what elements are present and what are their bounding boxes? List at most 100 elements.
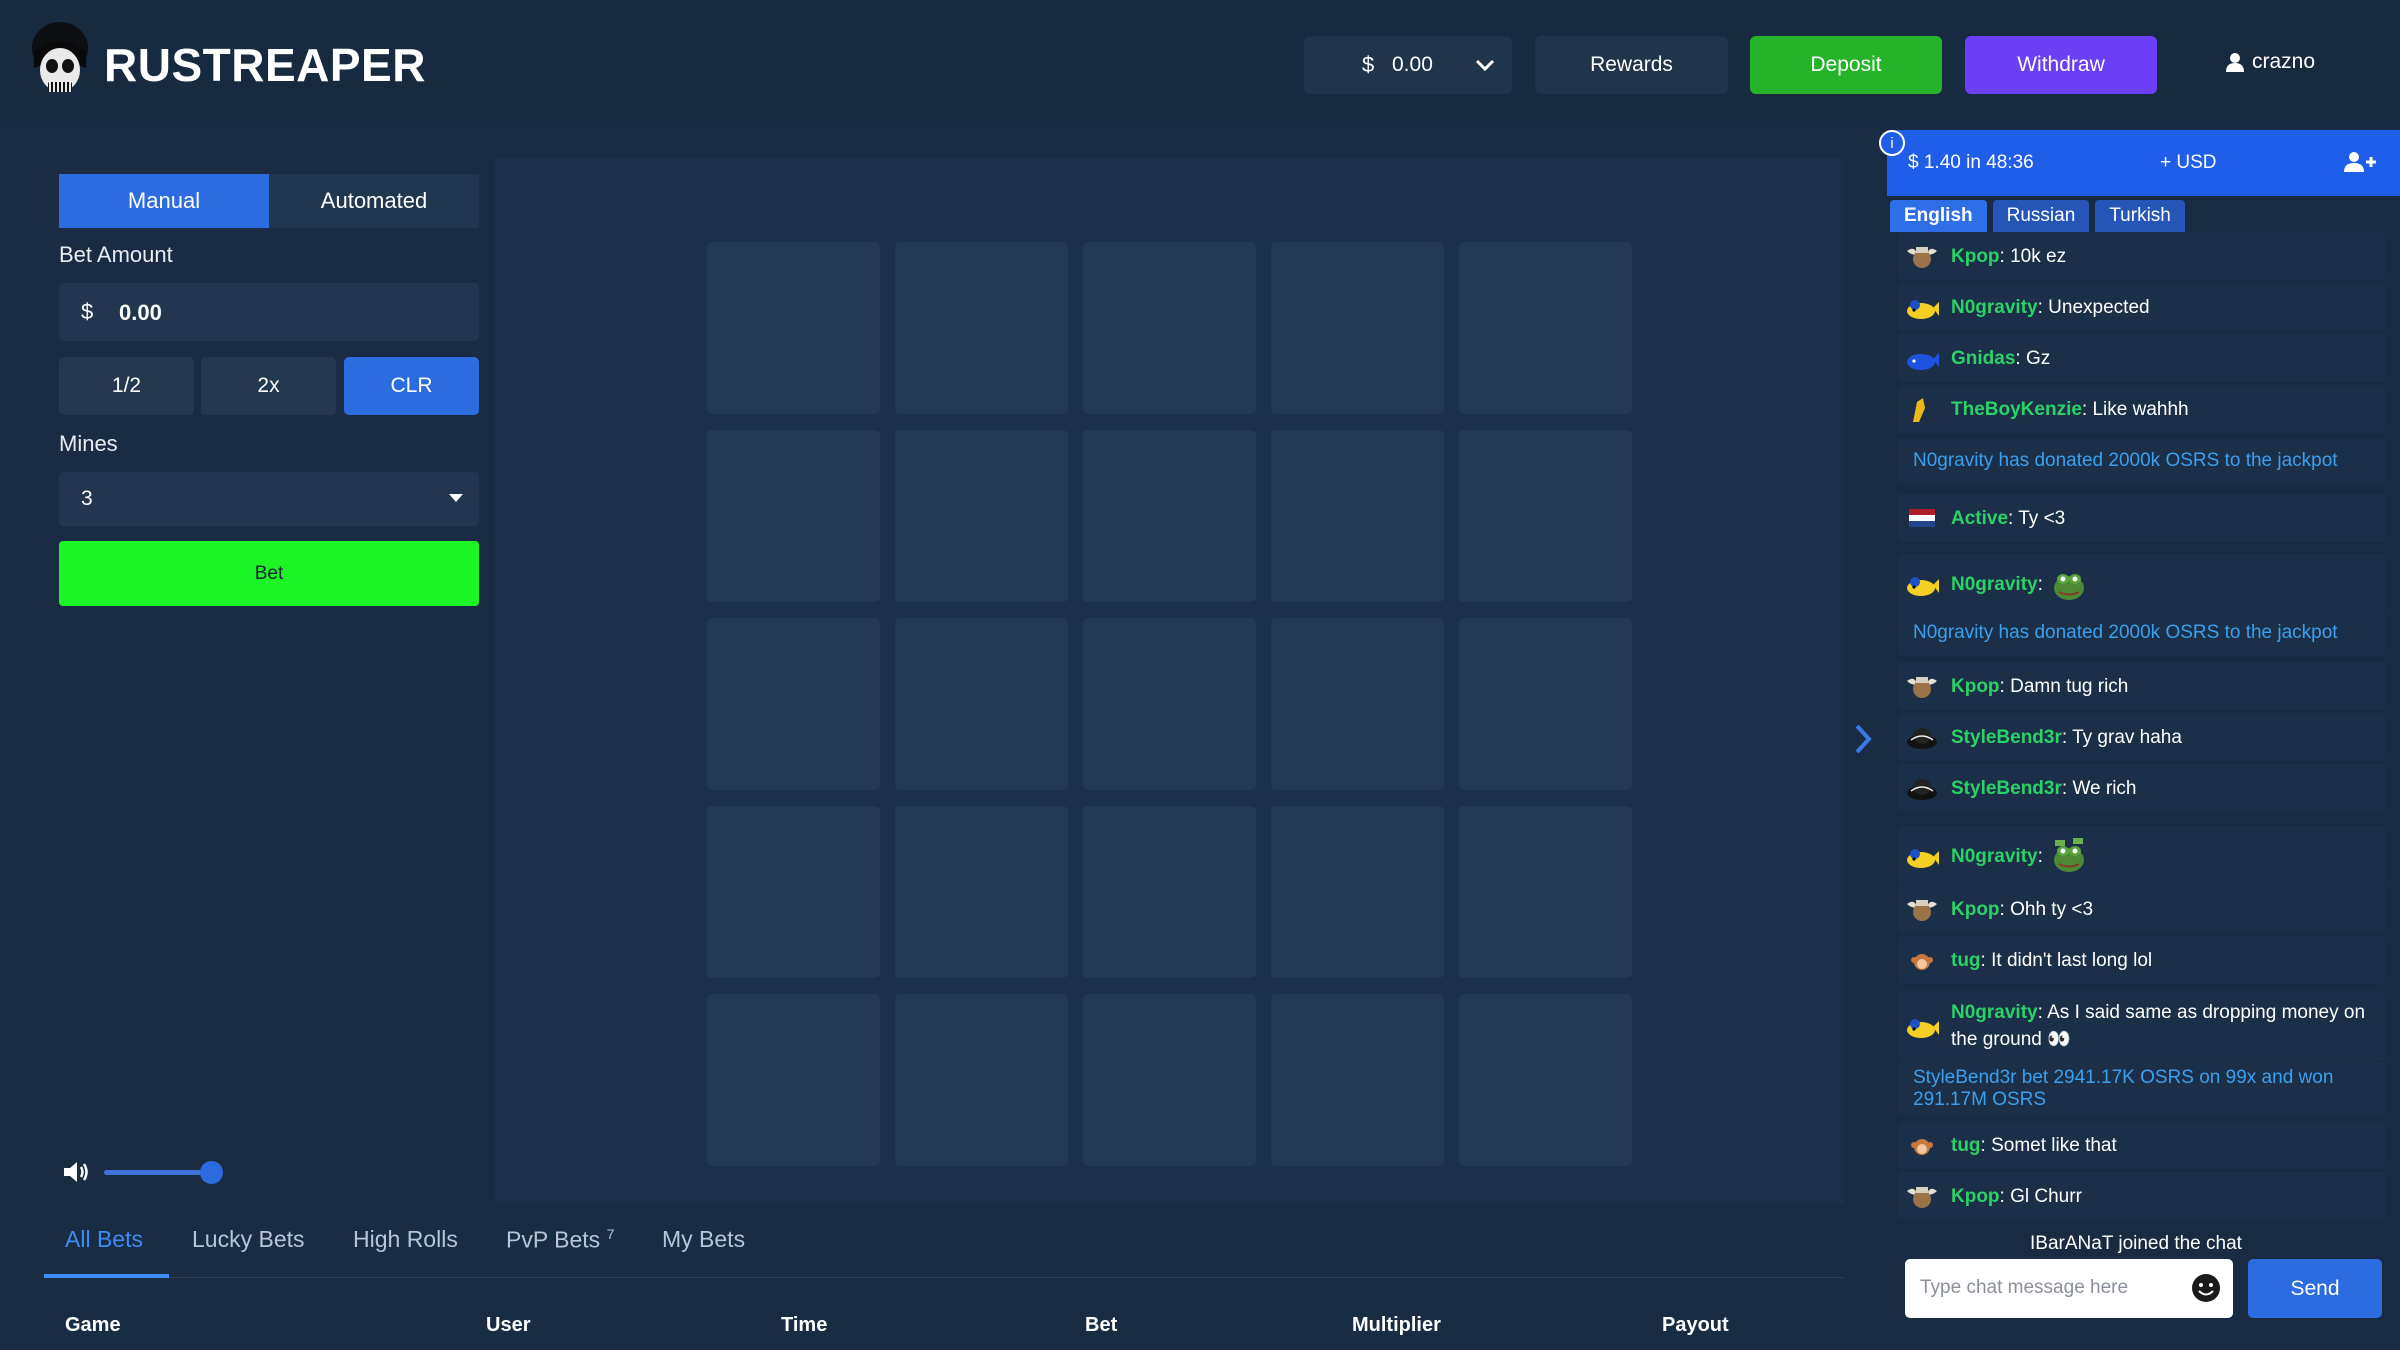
chat-username[interactable]: tug <box>1951 1135 1981 1156</box>
mine-tile[interactable] <box>707 618 880 790</box>
monkey-avatar-icon[interactable] <box>1905 945 1939 975</box>
add-user-icon[interactable] <box>2344 150 2378 174</box>
mine-tile[interactable] <box>1271 430 1444 602</box>
bet-amount-label: Bet Amount <box>59 242 173 267</box>
chevron-down-icon[interactable] <box>1472 52 1498 78</box>
tab-pvp-bets[interactable]: PvP Bets 7 <box>506 1226 614 1254</box>
user-menu[interactable]: crazno <box>2226 50 2315 74</box>
winged-helmet-avatar-icon[interactable] <box>1905 241 1939 271</box>
tab-manual[interactable]: Manual <box>59 174 269 228</box>
mine-tile[interactable] <box>1271 994 1444 1166</box>
mine-tile[interactable] <box>895 806 1068 978</box>
black-hat-avatar-icon[interactable] <box>1905 722 1939 752</box>
winged-helmet-avatar-icon[interactable] <box>1905 671 1939 701</box>
mine-tile[interactable] <box>1459 806 1632 978</box>
tab-lucky-bets[interactable]: Lucky Bets <box>192 1226 305 1253</box>
user-icon <box>2226 53 2244 72</box>
volume-slider-track[interactable] <box>104 1170 212 1175</box>
chat-username[interactable]: Kpop <box>1951 1186 2000 1207</box>
system-message-text: N0gravity has donated 2000k OSRS to the … <box>1913 622 2338 643</box>
mine-tile[interactable] <box>1459 618 1632 790</box>
mine-tile[interactable] <box>1271 242 1444 414</box>
chat-separator: : <box>1980 1134 1992 1156</box>
mine-tile[interactable] <box>895 994 1068 1166</box>
mine-tile[interactable] <box>1271 806 1444 978</box>
chat-username[interactable]: Kpop <box>1951 676 2000 697</box>
chat-separator: : <box>2061 726 2073 748</box>
blue-whale-avatar-icon[interactable] <box>1905 343 1939 373</box>
mine-tile[interactable] <box>1459 430 1632 602</box>
yellow-whale-avatar-icon[interactable] <box>1905 1011 1939 1041</box>
chat-username[interactable]: N0gravity <box>1951 1002 2038 1023</box>
chat-username[interactable]: N0gravity <box>1951 574 2038 595</box>
rewards-button[interactable]: Rewards <box>1535 36 1728 94</box>
yellow-whale-avatar-icon[interactable] <box>1905 569 1939 599</box>
mine-tile[interactable] <box>1459 242 1632 414</box>
withdraw-button[interactable]: Withdraw <box>1965 36 2157 94</box>
system-message-text: StyleBend3r bet 2941.17K OSRS on 99x and… <box>1913 1067 2334 1110</box>
yellow-whale-avatar-icon[interactable] <box>1905 292 1939 322</box>
chevron-right-icon[interactable] <box>1852 722 1874 756</box>
mine-tile[interactable] <box>1083 806 1256 978</box>
chat-input[interactable]: Type chat message here <box>1905 1259 2233 1318</box>
chat-message-body: Kpop: Ohh ty <3 <box>1951 896 2093 923</box>
reaper-logo-icon[interactable] <box>28 18 92 104</box>
chat-username[interactable]: StyleBend3r <box>1951 778 2062 799</box>
mine-tile[interactable] <box>1271 618 1444 790</box>
chat-username[interactable]: N0gravity <box>1951 846 2038 867</box>
chat-username[interactable]: Kpop <box>1951 899 2000 920</box>
info-icon[interactable]: i <box>1879 130 1905 156</box>
tab-english[interactable]: English <box>1890 200 1987 232</box>
chat-username[interactable]: N0gravity <box>1951 297 2038 318</box>
chat-username[interactable]: TheBoyKenzie <box>1951 399 2082 420</box>
mine-tile[interactable] <box>1083 618 1256 790</box>
chat-username[interactable]: Active <box>1951 508 2008 529</box>
add-usd-button[interactable]: + USD <box>2160 152 2217 174</box>
chat-username[interactable]: StyleBend3r <box>1951 727 2062 748</box>
yellow-whale-avatar-icon[interactable] <box>1905 841 1939 871</box>
emoji-icon[interactable] <box>2191 1273 2221 1303</box>
tab-all-bets[interactable]: All Bets <box>65 1226 143 1253</box>
mine-tile[interactable] <box>895 430 1068 602</box>
mine-tile[interactable] <box>895 618 1068 790</box>
chat-message: Kpop: Ohh ty <3 <box>1897 885 2385 933</box>
tab-pvp-bets-label: PvP Bets <box>506 1226 601 1253</box>
black-hat-avatar-icon[interactable] <box>1905 773 1939 803</box>
mine-tile[interactable] <box>895 242 1068 414</box>
mine-tile[interactable] <box>1459 994 1632 1166</box>
chat-username[interactable]: Kpop <box>1951 246 2000 267</box>
tab-russian[interactable]: Russian <box>1992 200 2090 232</box>
mines-select[interactable]: 3 <box>59 472 479 526</box>
tab-automated[interactable]: Automated <box>269 174 479 228</box>
mine-tile[interactable] <box>707 806 880 978</box>
volume-slider-handle[interactable] <box>200 1161 223 1184</box>
monkey-avatar-icon[interactable] <box>1905 1130 1939 1160</box>
double-bet-button[interactable]: 2x <box>201 357 336 415</box>
bet-amount-input[interactable]: $ 0.00 <box>59 283 479 341</box>
half-bet-button[interactable]: 1/2 <box>59 357 194 415</box>
netherlands-flag-avatar-icon[interactable] <box>1905 503 1939 533</box>
tab-turkish[interactable]: Turkish <box>2095 200 2185 232</box>
mine-tile[interactable] <box>1083 242 1256 414</box>
brand-name[interactable]: RUSTREAPER <box>104 38 426 92</box>
clear-bet-button[interactable]: CLR <box>344 357 479 415</box>
mine-tile[interactable] <box>707 994 880 1166</box>
chat-message: Active: Ty <3 <box>1897 494 2385 542</box>
mine-tile[interactable] <box>1083 994 1256 1166</box>
bet-button[interactable]: Bet <box>59 541 479 606</box>
volume-icon[interactable] <box>62 1160 90 1184</box>
tab-my-bets[interactable]: My Bets <box>662 1226 745 1253</box>
chat-separator: : <box>2081 398 2093 420</box>
mine-tile[interactable] <box>707 242 880 414</box>
mine-tile[interactable] <box>707 430 880 602</box>
chat-username[interactable]: tug <box>1951 950 1981 971</box>
tab-high-rolls[interactable]: High Rolls <box>353 1226 458 1253</box>
gold-figure-avatar-icon[interactable] <box>1905 394 1939 424</box>
send-button[interactable]: Send <box>2248 1259 2382 1318</box>
balance-dropdown[interactable]: $ 0.00 <box>1304 36 1512 94</box>
deposit-button[interactable]: Deposit <box>1750 36 1942 94</box>
winged-helmet-avatar-icon[interactable] <box>1905 894 1939 924</box>
mine-tile[interactable] <box>1083 430 1256 602</box>
winged-helmet-avatar-icon[interactable] <box>1905 1181 1939 1211</box>
chat-username[interactable]: Gnidas <box>1951 348 2015 369</box>
